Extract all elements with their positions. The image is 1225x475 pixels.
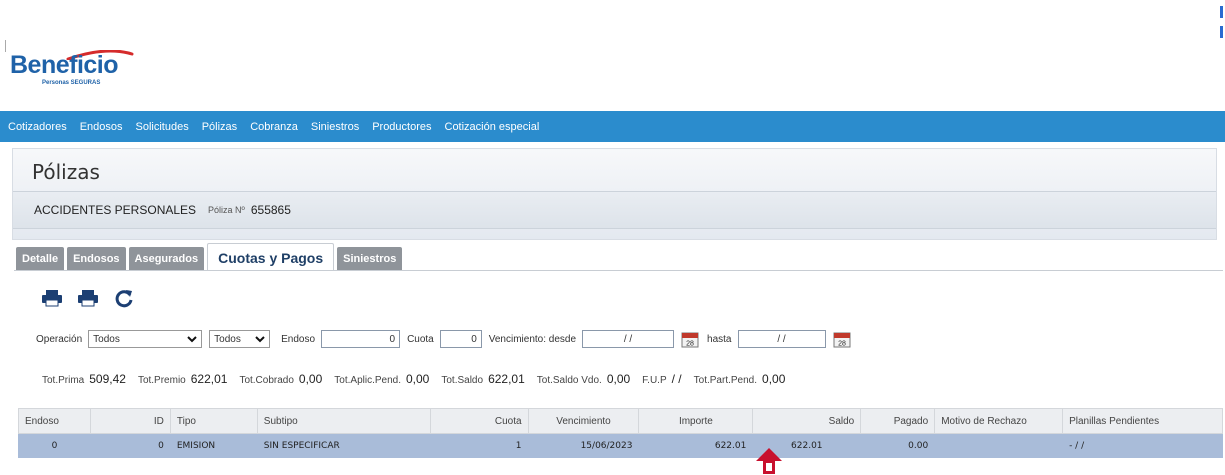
calendar-icon[interactable]: 28	[833, 330, 851, 348]
nav-item-cobranza[interactable]: Cobranza	[250, 121, 298, 133]
col-header-tipo[interactable]: Tipo	[169, 408, 258, 434]
cell-tipo: EMISION	[169, 433, 258, 458]
logo-wordmark: Beneficio	[10, 51, 119, 79]
cell-endoso: 0	[18, 433, 91, 458]
nav-item-cotizadores[interactable]: Cotizadores	[8, 121, 67, 133]
nav-item-siniestros[interactable]: Siniestros	[311, 121, 359, 133]
total-prima-value: 509,42	[89, 372, 126, 386]
tab-bar: Detalle Endosos Asegurados Cuotas y Pago…	[16, 243, 405, 271]
col-header-vencimiento[interactable]: Vencimiento	[527, 408, 640, 434]
vencimiento-desde-label: Vencimiento: desde	[488, 333, 577, 345]
cuota-label: Cuota	[407, 333, 434, 345]
col-header-motivo-rechazo[interactable]: Motivo de Rechazo	[934, 408, 1064, 434]
total-saldo-label: Tot.Saldo	[441, 375, 484, 386]
nav-item-solicitudes[interactable]: Solicitudes	[136, 121, 189, 133]
calendar-day: 28	[838, 341, 846, 348]
cell-importe: 622.01	[638, 433, 754, 458]
tab-cuotas-y-pagos[interactable]: Cuotas y Pagos	[207, 243, 335, 271]
cell-pagado: 0.00	[860, 433, 936, 458]
col-header-cuota[interactable]: Cuota	[429, 408, 529, 434]
total-aplic-pend-value: 0,00	[406, 372, 430, 386]
table-header-row: Endoso ID Tipo Subtipo Cuota Vencimiento…	[18, 408, 1223, 434]
print-button[interactable]	[40, 287, 64, 309]
cell-motivo-rechazo	[934, 433, 1064, 458]
total-saldo-value: 622,01	[488, 372, 525, 386]
operacion-select-value: Todos	[93, 333, 120, 345]
vencimiento-hasta-input[interactable]: / /	[737, 330, 826, 348]
total-saldo-vdo-label: Tot.Saldo Vdo.	[536, 375, 602, 386]
cuota-input[interactable]: 0	[439, 330, 482, 348]
refresh-button[interactable]	[112, 287, 136, 309]
fup-label: F.U.P	[642, 375, 667, 386]
endoso-input[interactable]: 0	[321, 330, 401, 348]
total-aplic-pend-label: Tot.Aplic.Pend.	[334, 375, 401, 386]
col-header-importe[interactable]: Importe	[638, 408, 754, 434]
operacion-type-select-value: Todos	[214, 333, 241, 345]
total-premio-label: Tot.Premio	[137, 375, 186, 386]
col-header-endoso[interactable]: Endoso	[18, 408, 91, 434]
chevron-down-icon	[187, 335, 197, 342]
nav-item-productores[interactable]: Productores	[372, 121, 431, 133]
operacion-label: Operación	[36, 333, 83, 345]
tab-divider	[14, 270, 1223, 271]
total-cobrado-label: Tot.Cobrado	[239, 375, 294, 386]
chevron-down-icon	[255, 335, 265, 342]
total-cobrado-value: 0,00	[298, 372, 323, 386]
brand-logo[interactable]: Beneficio Personas SEGURAS	[10, 50, 134, 86]
col-header-saldo[interactable]: Saldo	[752, 408, 862, 434]
edge-mark	[5, 40, 6, 52]
printer-icon	[42, 290, 62, 307]
policy-type: ACCIDENTES PERSONALES	[34, 203, 197, 217]
table-row[interactable]: 0 0 EMISION SIN ESPECIFICAR 1 15/06/2023…	[18, 433, 1223, 458]
col-header-subtipo[interactable]: Subtipo	[256, 408, 431, 434]
arrow-up-icon	[756, 448, 782, 474]
col-header-planillas-pendientes[interactable]: Planillas Pendientes	[1062, 408, 1223, 434]
cell-planillas-pendientes: - / /	[1062, 433, 1223, 458]
nav-item-endosos[interactable]: Endosos	[80, 121, 123, 133]
endoso-label: Endoso	[281, 333, 316, 345]
filter-bar: Operación Todos Todos Endoso 0 Cuota 0 V…	[36, 328, 859, 350]
hasta-label: hasta	[707, 333, 732, 345]
totals-bar: Tot.Prima 509,42 Tot.Premio 622,01 Tot.C…	[42, 372, 797, 386]
total-premio-value: 622,01	[190, 372, 228, 386]
app-window: Beneficio Personas SEGURAS Cotizadores E…	[0, 0, 1225, 475]
main-nav: Cotizadores Endosos Solicitudes Pólizas …	[0, 111, 1225, 142]
calendar-day: 28	[686, 341, 694, 348]
edge-indicator	[1220, 6, 1223, 50]
total-prima-label: Tot.Prima	[42, 375, 85, 386]
page-header: Pólizas ACCIDENTES PERSONALES Póliza Nº …	[12, 148, 1217, 240]
tab-asegurados[interactable]: Asegurados	[128, 247, 205, 271]
printer-icon	[78, 290, 98, 307]
total-part-pend-label: Tot.Part.Pend.	[693, 375, 758, 386]
policy-number-label: Póliza Nº	[208, 205, 245, 215]
col-header-pagado[interactable]: Pagado	[860, 408, 936, 434]
total-saldo-vdo-value: 0,00	[606, 372, 631, 386]
nav-item-polizas[interactable]: Pólizas	[202, 121, 237, 133]
tab-endosos[interactable]: Endosos	[67, 247, 126, 271]
policy-number: 655865	[250, 203, 291, 217]
cell-vencimiento: 15/06/2023	[527, 433, 640, 458]
operacion-type-select[interactable]: Todos	[209, 330, 271, 348]
cell-subtipo: SIN ESPECIFICAR	[256, 433, 431, 458]
total-part-pend-value: 0,00	[762, 372, 786, 386]
tab-siniestros[interactable]: Siniestros	[337, 247, 403, 271]
cell-cuota: 1	[429, 433, 529, 458]
calendar-icon[interactable]: 28	[681, 330, 699, 348]
operacion-select[interactable]: Todos	[88, 330, 203, 348]
nav-item-cotizacion-especial[interactable]: Cotización especial	[445, 121, 540, 133]
cuotas-table: Endoso ID Tipo Subtipo Cuota Vencimiento…	[18, 408, 1223, 458]
cell-id: 0	[89, 433, 171, 458]
tab-detalle[interactable]: Detalle	[16, 247, 65, 271]
print-list-button[interactable]	[76, 287, 100, 309]
vencimiento-desde-input[interactable]: / /	[582, 330, 675, 348]
policy-info-bar: ACCIDENTES PERSONALES Póliza Nº 655865	[13, 191, 1216, 229]
fup-value: / /	[671, 372, 682, 386]
toolbar	[40, 287, 148, 309]
col-header-id[interactable]: ID	[89, 408, 171, 434]
logo-tagline: Personas SEGURAS	[42, 80, 101, 86]
refresh-icon	[115, 290, 133, 308]
page-title: Pólizas	[32, 160, 100, 184]
